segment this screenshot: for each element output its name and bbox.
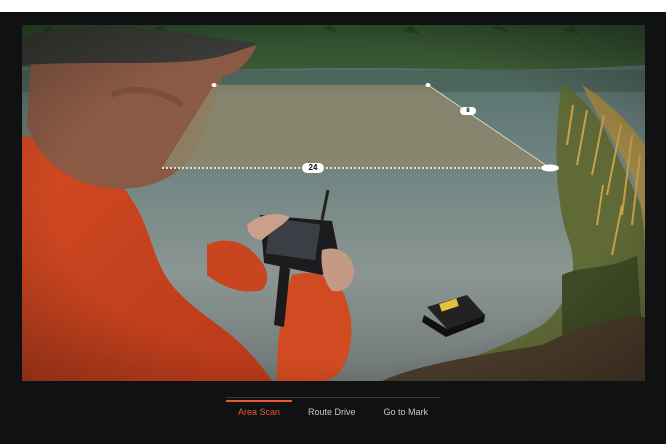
mode-tabs: Area Scan Route Drive Go to Mark <box>226 397 440 424</box>
area-depth-label: 8 <box>460 107 476 115</box>
overlay-corner-handle[interactable] <box>211 83 217 87</box>
area-width-label: 24 <box>302 163 324 173</box>
camera-view: 24 8 <box>22 25 645 381</box>
overlay-corner-handle[interactable] <box>541 164 559 172</box>
tab-area-scan[interactable]: Area Scan <box>226 400 293 421</box>
overlay-corner-handle[interactable] <box>425 83 431 87</box>
tab-route-drive[interactable]: Route Drive <box>296 401 368 421</box>
tab-go-to-mark[interactable]: Go to Mark <box>371 401 440 421</box>
top-strip <box>0 0 666 12</box>
scene-photo <box>22 25 645 381</box>
